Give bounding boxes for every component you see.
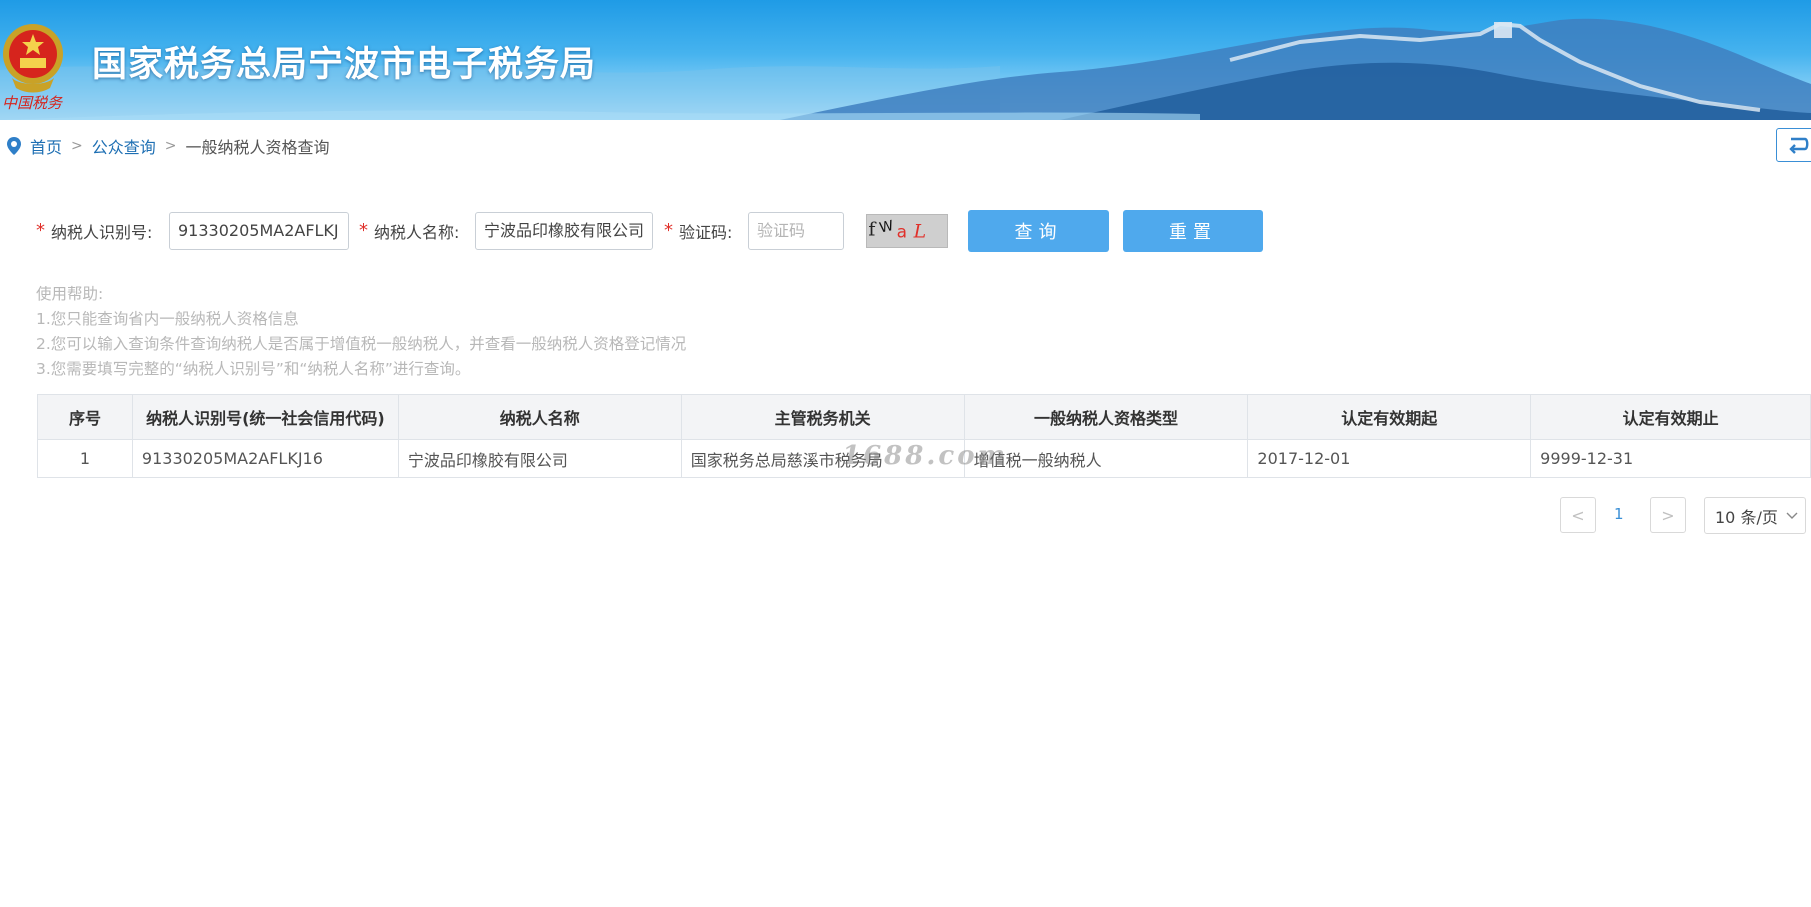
- svg-text:W: W: [878, 218, 895, 237]
- col-header-qualification-type: 一般纳税人资格类型: [963, 394, 1249, 440]
- reset-button[interactable]: 重置: [1123, 210, 1263, 252]
- current-page-number[interactable]: 1: [1614, 505, 1624, 523]
- col-header-valid-from: 认定有效期起: [1247, 394, 1532, 440]
- back-button[interactable]: [1776, 128, 1811, 162]
- col-header-tax-authority: 主管税务机关: [680, 394, 965, 440]
- cell-index: 1: [37, 439, 133, 478]
- emblem-caption: 中国税务: [2, 94, 64, 112]
- location-pin-icon: [7, 137, 21, 155]
- required-mark: *: [359, 220, 368, 241]
- taxpayer-name-input[interactable]: 宁波品印橡胶有限公司: [475, 212, 653, 250]
- next-page-button[interactable]: >: [1650, 497, 1686, 533]
- help-title: 使用帮助:: [36, 285, 104, 303]
- site-title: 国家税务总局宁波市电子税务局: [92, 45, 597, 85]
- help-line: 3.您需要填写完整的“纳税人识别号”和“纳税人名称”进行查询。: [36, 360, 471, 378]
- cell-valid-from: 2017-12-01: [1247, 439, 1532, 478]
- watermark: 1688.com: [842, 441, 1009, 471]
- breadcrumb-current: 一般纳税人资格查询: [185, 138, 330, 157]
- table-header-row: 序号 纳税人识别号(统一社会信用代码) 纳税人名称 主管税务机关 一般纳税人资格…: [37, 394, 1811, 440]
- help-line: 1.您只能查询省内一般纳税人资格信息: [36, 310, 299, 328]
- col-header-taxpayer-name: 纳税人名称: [397, 394, 682, 440]
- col-header-taxpayer-id: 纳税人识别号(统一社会信用代码): [131, 394, 399, 440]
- taxpayer-name-label: 纳税人名称:: [374, 223, 460, 242]
- breadcrumb-public-query-link[interactable]: 公众查询: [92, 134, 156, 158]
- required-mark: *: [664, 220, 673, 241]
- col-header-valid-to: 认定有效期止: [1530, 394, 1811, 440]
- captcha-image[interactable]: f W a L: [866, 214, 948, 248]
- required-mark: *: [36, 220, 45, 241]
- page-size-select[interactable]: 10 条/页: [1704, 497, 1806, 534]
- cell-taxpayer-id: 91330205MA2AFLKJ16: [131, 439, 399, 478]
- chevron-left-icon: <: [1571, 505, 1585, 525]
- usage-help: 使用帮助: 1.您只能查询省内一般纳税人资格信息 2.您可以输入查询条件查询纳税…: [36, 282, 686, 382]
- help-line: 2.您可以输入查询条件查询纳税人是否属于增值税一般纳税人，并查看一般纳税人资格登…: [36, 335, 687, 353]
- prev-page-button[interactable]: <: [1560, 497, 1596, 533]
- svg-text:a: a: [897, 222, 907, 242]
- cell-valid-to: 9999-12-31: [1530, 439, 1811, 478]
- breadcrumb: 首页 > 公众查询 > 一般纳税人资格查询: [6, 134, 330, 158]
- breadcrumb-separator: >: [164, 138, 177, 154]
- svg-text:f: f: [868, 220, 877, 241]
- taxpayer-id-input[interactable]: 91330205MA2AFLKJ: [169, 212, 349, 250]
- cell-taxpayer-name: 宁波品印橡胶有限公司: [397, 439, 682, 478]
- chevron-right-icon: >: [1661, 505, 1675, 525]
- captcha-input[interactable]: 验证码: [748, 212, 844, 250]
- query-button[interactable]: 查询: [968, 210, 1109, 252]
- return-arrow-icon: [1789, 137, 1809, 154]
- page-size-value: 10 条/页: [1715, 507, 1778, 527]
- chevron-down-icon: [1786, 512, 1798, 519]
- header-banner: 中国税务 国家税务总局宁波市电子税务局: [0, 0, 1811, 120]
- breadcrumb-separator: >: [71, 138, 83, 154]
- breadcrumb-home-link[interactable]: 首页: [30, 134, 62, 158]
- captcha-label: 验证码:: [679, 223, 733, 242]
- svg-text:L: L: [913, 222, 927, 243]
- taxpayer-id-label: 纳税人识别号:: [51, 223, 153, 242]
- tax-emblem-logo: 中国税务: [2, 24, 64, 112]
- col-header-index: 序号: [37, 394, 133, 440]
